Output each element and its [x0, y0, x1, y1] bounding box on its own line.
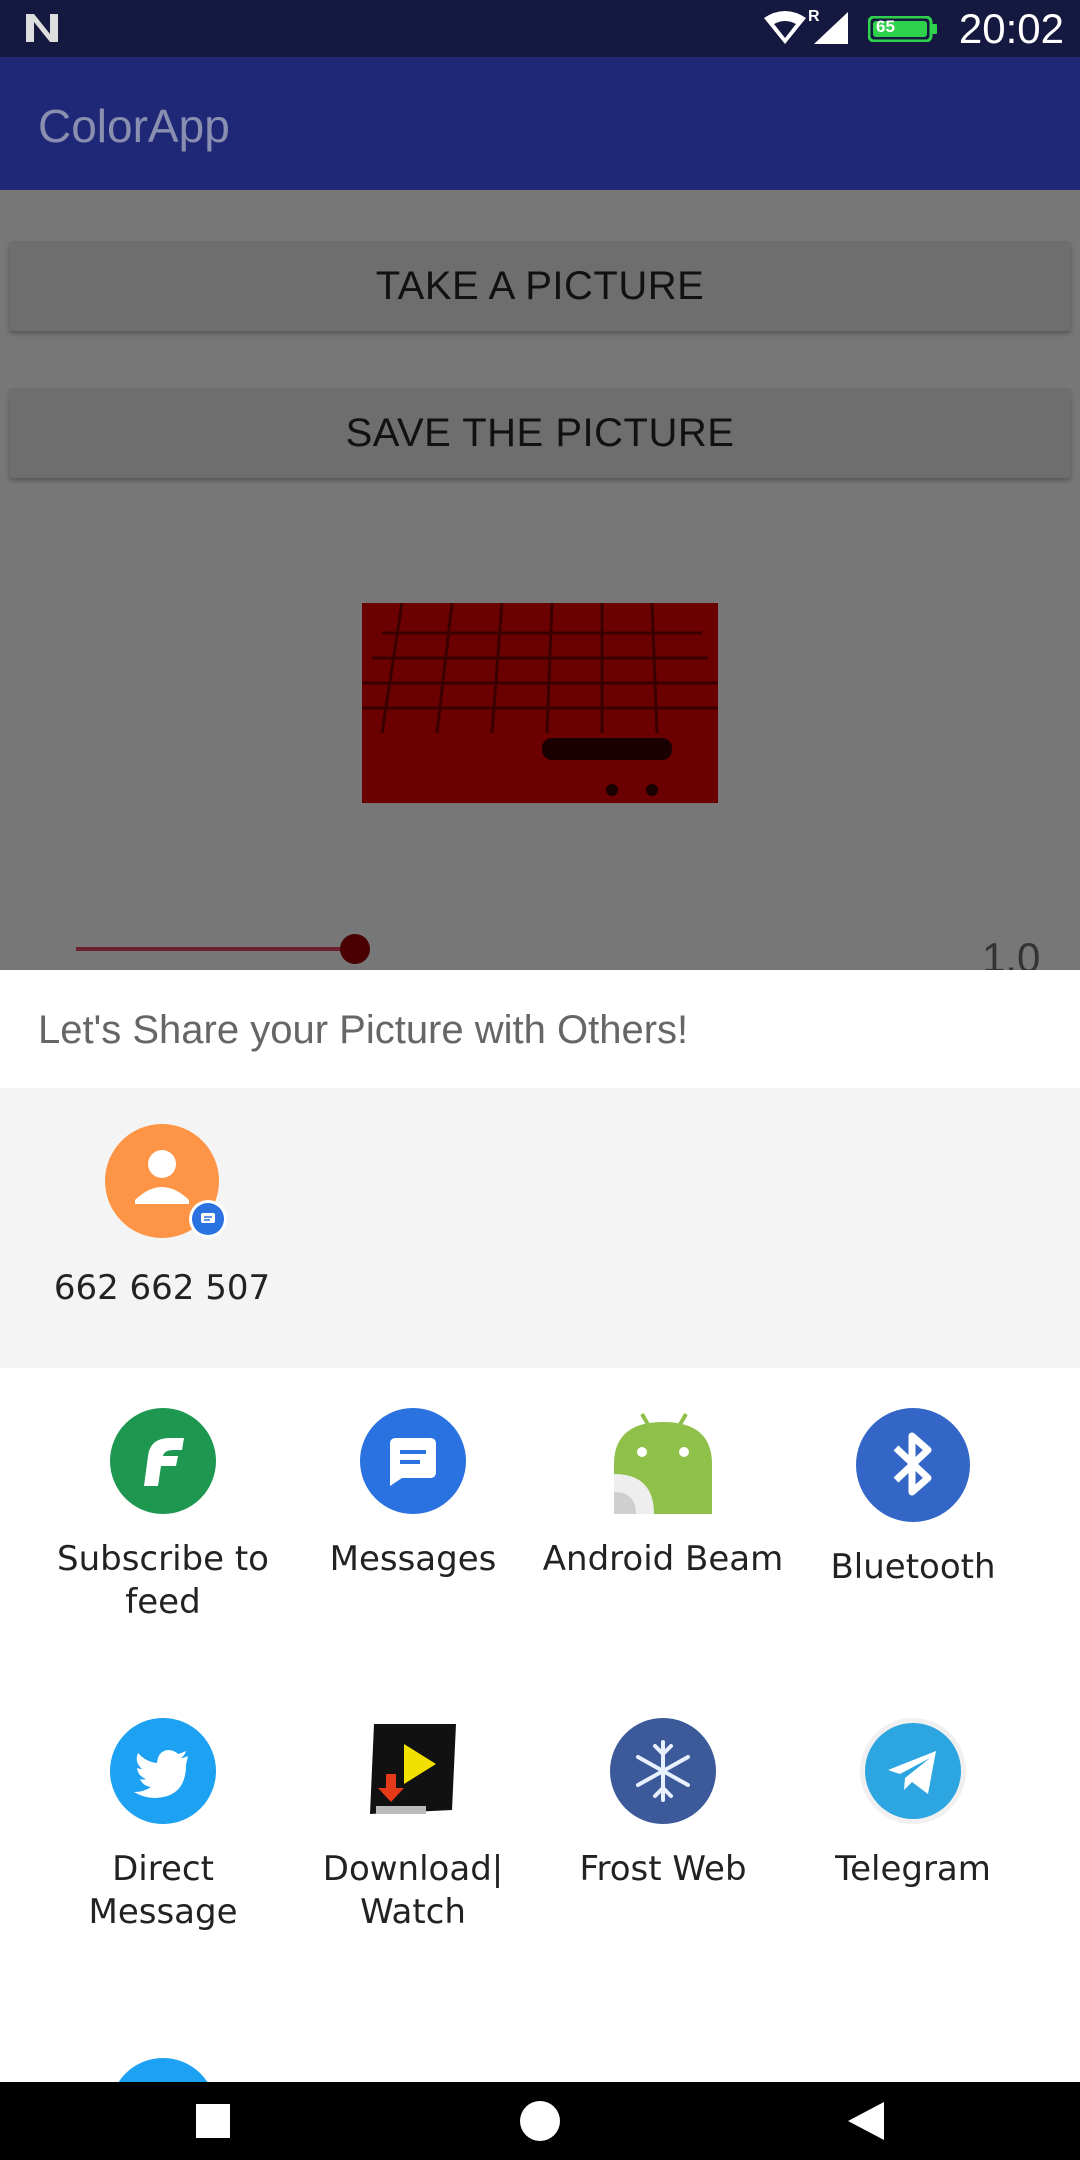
app-label: Telegram	[835, 1849, 991, 1889]
app-bar: ColorApp	[0, 57, 1080, 190]
partial-app-icon[interactable]	[110, 2058, 216, 2082]
n-logo-icon	[26, 14, 58, 42]
back-button[interactable]	[806, 2082, 926, 2160]
recents-icon	[196, 2104, 230, 2138]
wifi-icon	[764, 11, 806, 44]
share-target-messages[interactable]: Messages	[288, 1408, 538, 1581]
share-target-download-watch[interactable]: Download| Watch	[288, 1718, 538, 1934]
battery-level: 65	[876, 17, 895, 36]
nav-bar	[0, 2082, 1080, 2160]
status-clock: 20:02	[958, 5, 1064, 52]
main-content: TAKE A PICTURE SAVE THE PICTURE 1.0	[0, 190, 1080, 981]
keyboard-photo-image	[362, 603, 718, 803]
save-picture-button[interactable]: SAVE THE PICTURE	[9, 388, 1071, 478]
app-label: Frost Web	[579, 1849, 747, 1889]
messages-icon	[360, 1408, 466, 1514]
twitter-icon	[110, 1718, 216, 1824]
share-sheet: Let's Share your Picture with Others! 66…	[0, 970, 1080, 2082]
battery-icon: 65	[868, 16, 938, 42]
signal-icon	[814, 12, 848, 44]
direct-share-row: 662 662 507	[0, 1088, 1080, 1368]
picture-preview	[362, 603, 718, 803]
share-target-telegram[interactable]: Telegram	[788, 1718, 1038, 1891]
share-target-android-beam[interactable]: Android Beam	[538, 1408, 788, 1581]
status-bar: R 65 20:02	[0, 0, 1080, 57]
android-beam-icon	[610, 1408, 716, 1514]
messages-badge-icon	[189, 1200, 227, 1238]
share-target-frost-web[interactable]: Frost Web	[538, 1718, 788, 1891]
app-title: ColorApp	[38, 100, 230, 152]
app-label: Download| Watch	[322, 1849, 504, 1932]
frost-web-icon	[610, 1718, 716, 1824]
app-label: Messages	[329, 1539, 497, 1579]
contact-avatar-icon	[105, 1124, 227, 1238]
app-label: Bluetooth	[830, 1547, 996, 1587]
recents-button[interactable]	[153, 2082, 273, 2160]
feed-icon	[110, 1408, 216, 1514]
share-target-subscribe-feed[interactable]: Subscribe to feed	[38, 1408, 288, 1624]
app-label: Android Beam	[542, 1539, 784, 1579]
download-watch-icon	[360, 1718, 466, 1824]
app-label: Direct Message	[88, 1849, 238, 1932]
share-target-direct-message[interactable]: Direct Message	[38, 1718, 288, 1934]
slider-track[interactable]	[76, 947, 356, 951]
bluetooth-icon	[856, 1408, 970, 1522]
take-picture-button[interactable]: TAKE A PICTURE	[9, 241, 1071, 331]
telegram-icon	[860, 1718, 966, 1824]
direct-share-contact[interactable]: 662 662 507	[40, 1124, 284, 1308]
share-sheet-title: Let's Share your Picture with Others!	[38, 1008, 689, 1052]
slider-thumb[interactable]	[340, 934, 370, 964]
back-icon	[848, 2102, 884, 2140]
share-target-bluetooth[interactable]: Bluetooth	[788, 1408, 1038, 1589]
home-icon	[520, 2101, 560, 2141]
contact-label: 662 662 507	[53, 1268, 271, 1308]
home-button[interactable]	[480, 2082, 600, 2160]
app-label: Subscribe to feed	[57, 1539, 269, 1622]
